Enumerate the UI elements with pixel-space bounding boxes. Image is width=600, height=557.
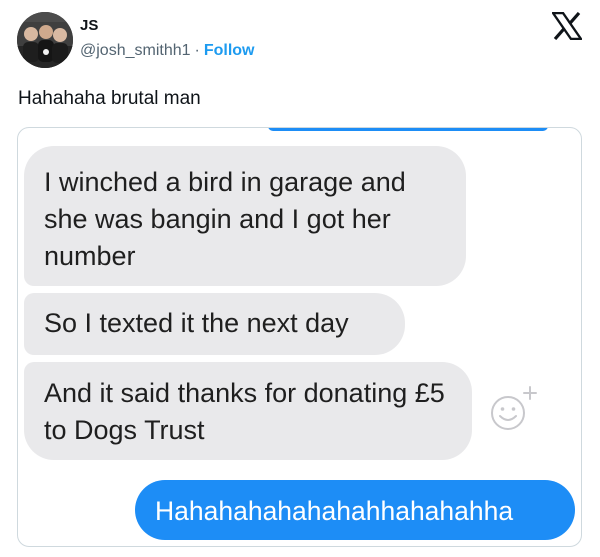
author-meta: @josh_smithh1 · Follow [80, 42, 255, 60]
received-message-bubble: And it said thanks for donating £5 to Do… [24, 362, 472, 460]
previous-message-sliver [268, 128, 548, 131]
avatar[interactable] [17, 12, 73, 68]
author-name[interactable]: JS [80, 17, 98, 34]
tweet-card: JS @josh_smithh1 · Follow Hahahaha brutal … [0, 0, 600, 557]
separator-dot: · [194, 42, 200, 59]
follow-button[interactable]: Follow [204, 42, 255, 59]
smiley-add-reaction-icon[interactable] [486, 383, 540, 437]
x-logo-icon[interactable] [552, 12, 582, 40]
sent-message-bubble: Hahahahahahahahhahahahha [135, 480, 575, 540]
avatar-photo-icon [17, 12, 73, 68]
author-handle[interactable]: @josh_smithh1 [80, 42, 191, 59]
tweet-media-screenshot[interactable]: I winched a bird in garage and she was b… [17, 127, 582, 547]
tweet-text: Hahahaha brutal man [18, 88, 201, 109]
received-message-bubble: I winched a bird in garage and she was b… [24, 146, 466, 286]
received-message-bubble: So I texted it the next day [24, 293, 405, 355]
